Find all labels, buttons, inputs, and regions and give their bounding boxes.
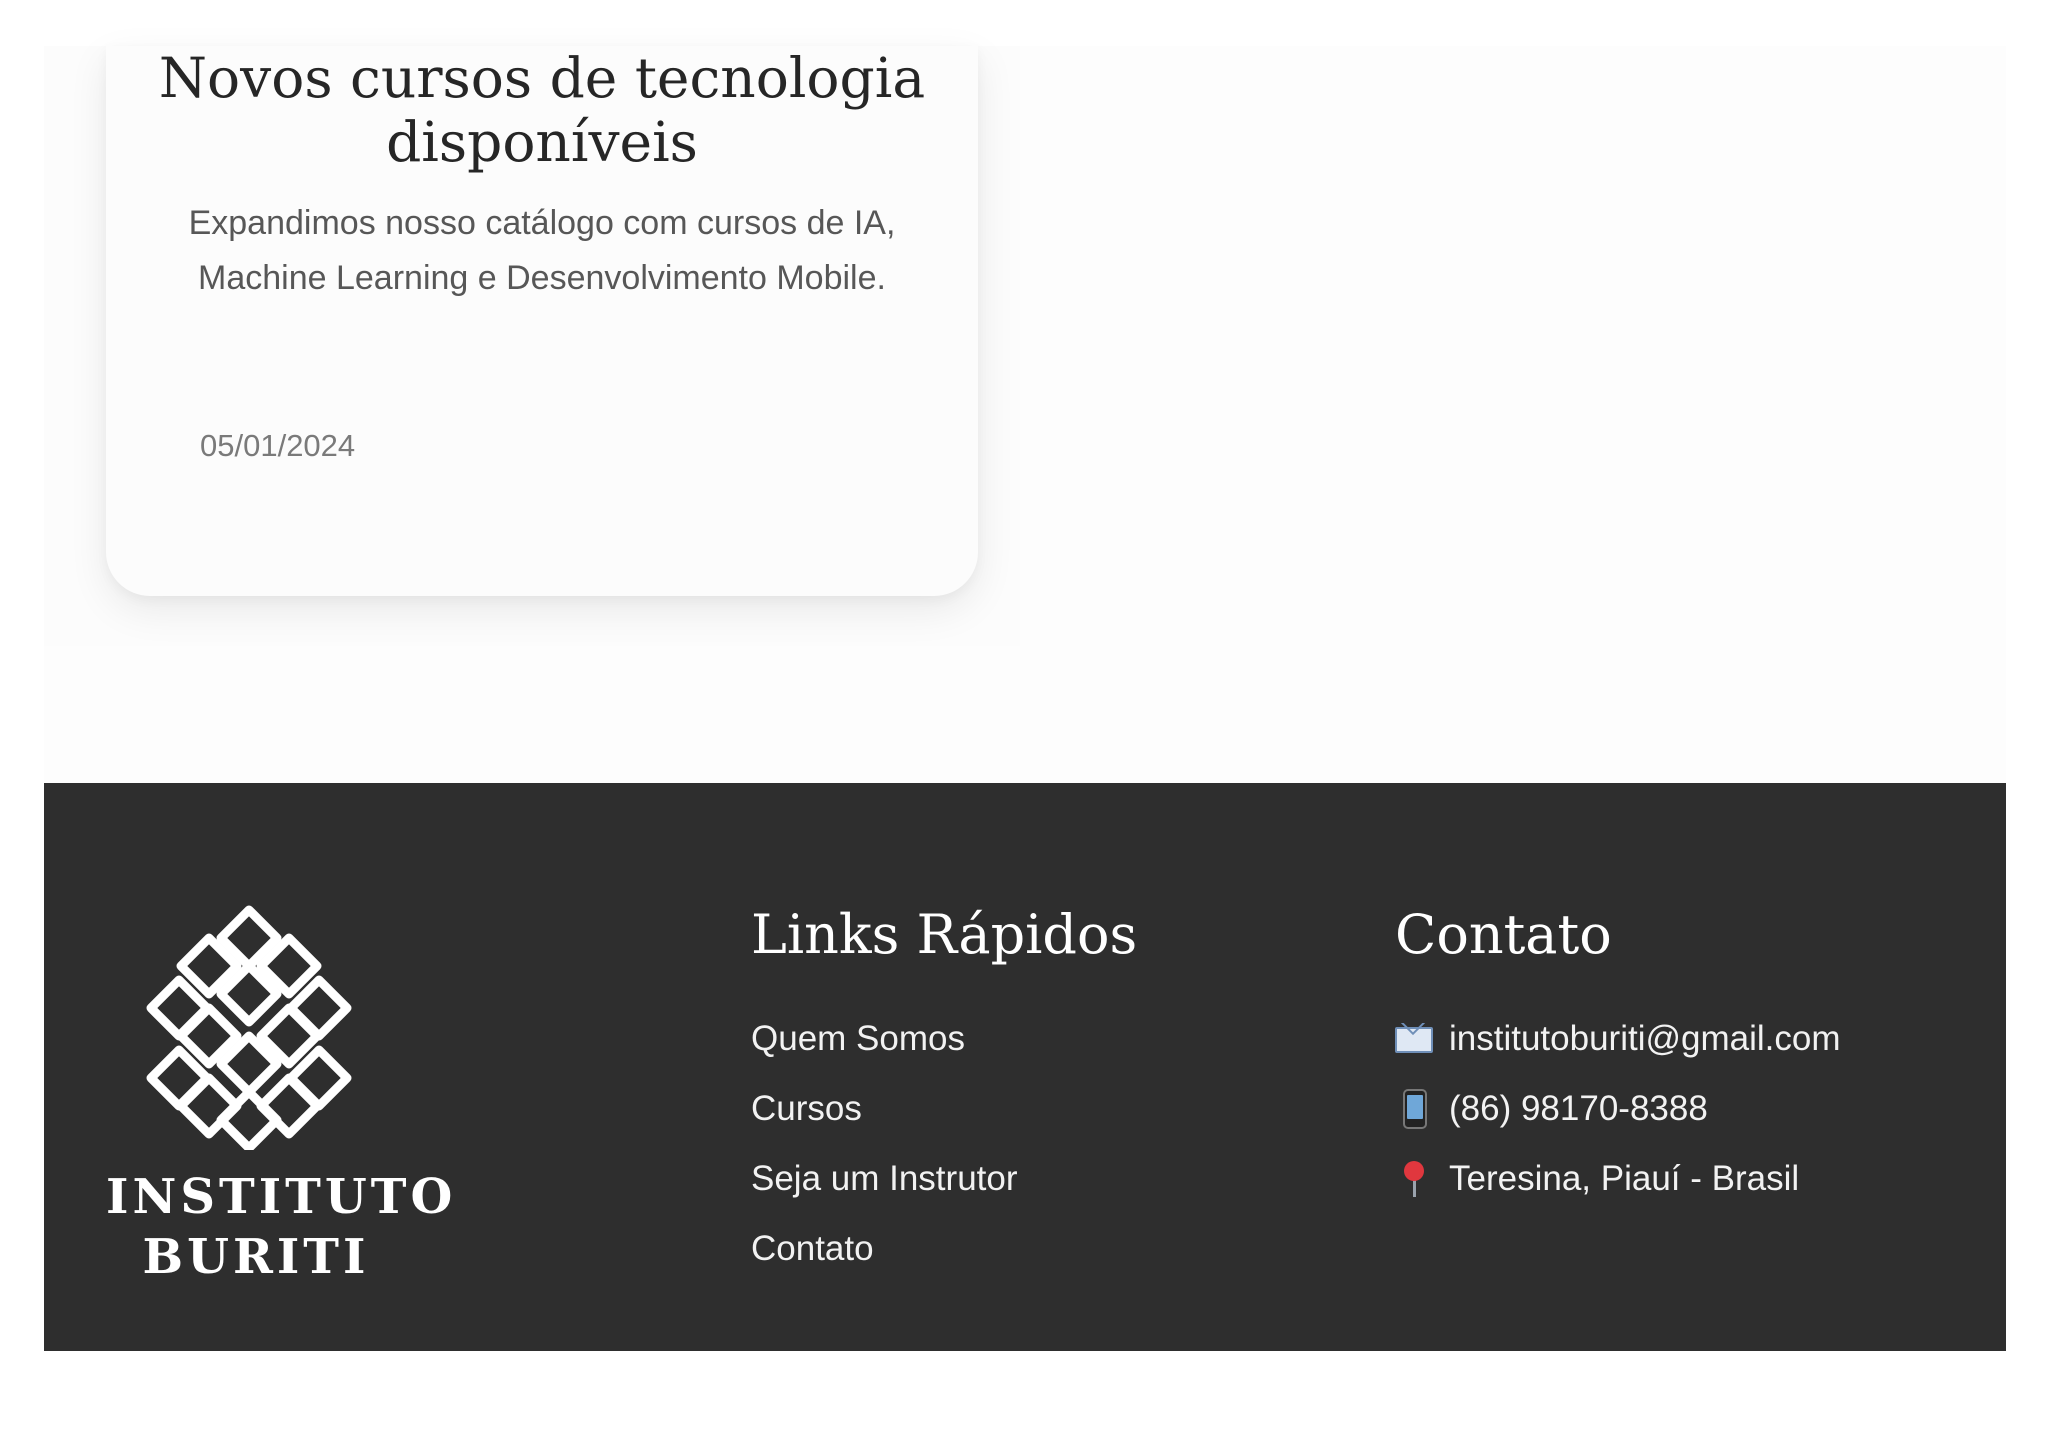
contact-list: institutoburiti@gmail.com (86) 98170-838… [1395, 1019, 1995, 1199]
link-contato[interactable]: Contato [751, 1229, 874, 1268]
contact-email: institutoburiti@gmail.com [1449, 1019, 1841, 1058]
quick-links-heading: Links Rápidos [751, 903, 1138, 966]
news-section: Novos cursos de tecnologia disponíveis E… [44, 46, 2006, 783]
page: Novos cursos de tecnologia disponíveis E… [44, 0, 2006, 1351]
news-card-title: Novos cursos de tecnologia disponíveis [158, 46, 926, 174]
news-card-date: 05/01/2024 [200, 428, 356, 463]
contact-phone-item[interactable]: (86) 98170-8388 [1395, 1089, 1995, 1129]
news-card-column: Novos cursos de tecnologia disponíveis E… [44, 46, 1020, 646]
round-pushpin-icon [1395, 1159, 1435, 1199]
envelope-icon [1395, 1019, 1435, 1059]
logo-diamond-pattern-icon [146, 905, 352, 1150]
list-item: Quem Somos [751, 1019, 1311, 1059]
list-item: Cursos [751, 1089, 1311, 1129]
news-card-description: Expandimos nosso catálogo com cursos de … [188, 204, 896, 297]
link-seja-um-instrutor[interactable]: Seja um Instrutor [751, 1159, 1018, 1198]
logo-wordmark: INSTITUTO BURITI [106, 1167, 457, 1287]
contact-section: Contato institutoburiti@gmail.com (86) 9… [1395, 903, 1995, 1229]
contact-phone: (86) 98170-8388 [1449, 1089, 1708, 1128]
instituto-buriti-logo[interactable]: INSTITUTO BURITI [106, 905, 452, 1285]
quick-links-section: Links Rápidos Quem Somos Cursos Seja um … [751, 903, 1311, 1299]
quick-links-list: Quem Somos Cursos Seja um Instrutor Cont… [751, 1019, 1311, 1269]
news-card[interactable]: Novos cursos de tecnologia disponíveis E… [106, 46, 978, 596]
list-item: Seja um Instrutor [751, 1159, 1311, 1199]
list-item: Contato [751, 1229, 1311, 1269]
contact-location-item: Teresina, Piauí - Brasil [1395, 1159, 1995, 1199]
link-quem-somos[interactable]: Quem Somos [751, 1019, 965, 1058]
site-footer: INSTITUTO BURITI Links Rápidos Quem Somo… [44, 783, 2006, 1351]
contact-heading: Contato [1395, 903, 1612, 966]
contact-location: Teresina, Piauí - Brasil [1449, 1159, 1800, 1198]
logo-line-2: BURITI [142, 1229, 370, 1285]
link-cursos[interactable]: Cursos [751, 1089, 862, 1128]
contact-email-item[interactable]: institutoburiti@gmail.com [1395, 1019, 1995, 1059]
mobile-phone-icon [1395, 1089, 1435, 1129]
logo-line-1: INSTITUTO [106, 1169, 457, 1225]
